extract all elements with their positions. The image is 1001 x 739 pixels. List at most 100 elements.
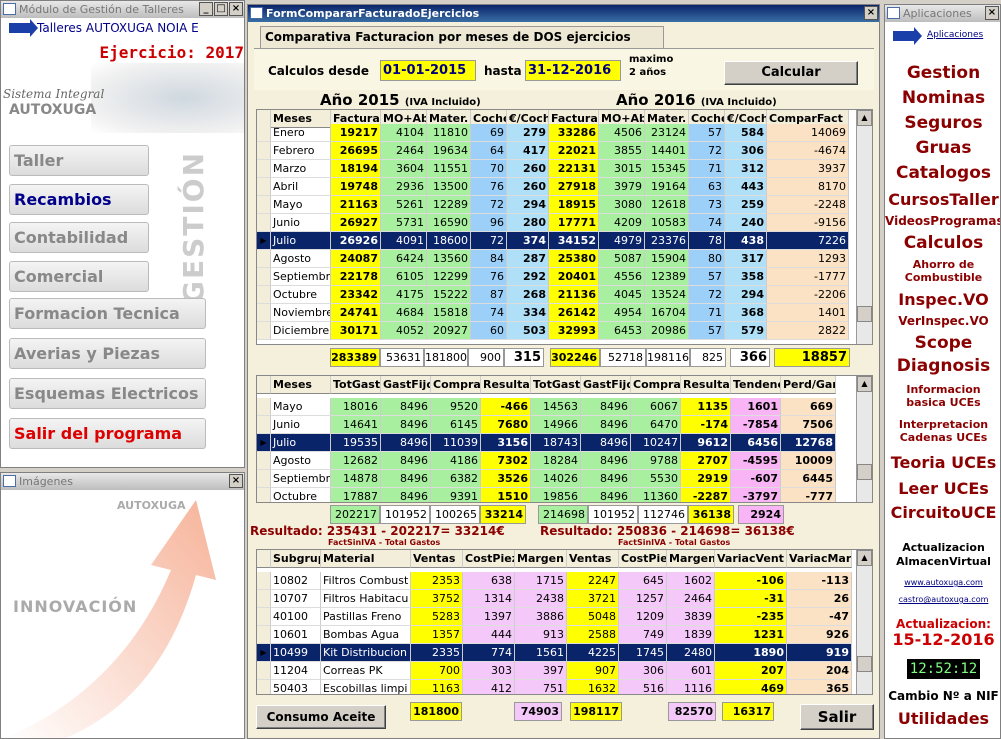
menu-button-2[interactable]: Contabilidad: [9, 222, 149, 253]
scroll-up-icon[interactable]: ▲: [857, 110, 872, 126]
column-header[interactable]: CostPiez: [619, 550, 667, 568]
app-menu-item-9[interactable]: Combustible: [885, 271, 1000, 284]
row-indicator[interactable]: [257, 142, 271, 160]
vertical-scrollbar[interactable]: ▲▼: [856, 550, 872, 694]
row-indicator[interactable]: [257, 590, 271, 608]
row-indicator[interactable]: [257, 304, 271, 322]
menu-button-4[interactable]: Formacion Tecnica: [9, 298, 206, 329]
main-module-titlebar[interactable]: Módulo de Gestión de Talleres _ □ ×: [1, 1, 244, 18]
row-indicator[interactable]: [257, 160, 271, 178]
column-header[interactable]: GastFijo: [581, 376, 631, 394]
maximize-icon[interactable]: □: [214, 2, 228, 16]
app-menu-item-12[interactable]: Scope: [885, 333, 1000, 353]
close-icon[interactable]: ×: [985, 6, 999, 20]
close-icon[interactable]: ×: [229, 2, 243, 16]
row-indicator[interactable]: [257, 662, 271, 680]
column-header[interactable]: Compra: [431, 376, 481, 394]
column-header[interactable]: Subgrup: [271, 550, 321, 568]
row-indicator[interactable]: [257, 416, 271, 434]
scroll-up-icon[interactable]: ▲: [857, 550, 872, 566]
app-menu-item-11[interactable]: VerInspec.VO: [885, 314, 1000, 328]
row-indicator[interactable]: [257, 178, 271, 196]
column-header[interactable]: Perd/Gan: [781, 376, 836, 394]
row-indicator[interactable]: [257, 398, 271, 416]
website-link[interactable]: www.autoxuga.com: [885, 578, 1000, 587]
app-menu-item-13[interactable]: Diagnosis: [885, 356, 1000, 376]
menu-button-1[interactable]: Recambios: [9, 184, 149, 215]
app-menu-item-6[interactable]: VideosProgramas: [885, 214, 1000, 228]
row-indicator[interactable]: [257, 608, 271, 626]
app-menu-item-4[interactable]: Catalogos: [885, 163, 1000, 183]
column-header[interactable]: Material: [321, 550, 411, 568]
app-menu-item-5[interactable]: CursosTaller: [885, 190, 1000, 209]
hasta-date-field[interactable]: 31-12-2016: [525, 60, 621, 81]
close-icon[interactable]: ×: [229, 474, 243, 488]
row-indicator[interactable]: [257, 322, 271, 340]
column-header[interactable]: Tendenc: [731, 376, 781, 394]
app-menu-item-7[interactable]: Calculos: [885, 233, 1000, 253]
scroll-thumb[interactable]: [857, 656, 872, 672]
desde-date-field[interactable]: 01-01-2015: [380, 60, 476, 81]
app-menu-item-14[interactable]: Informacion: [885, 383, 1000, 396]
scroll-up-icon[interactable]: ▲: [857, 376, 872, 392]
column-header[interactable]: VariacVent: [715, 550, 787, 568]
column-header[interactable]: Margen: [667, 550, 715, 568]
row-indicator[interactable]: ▶: [257, 434, 271, 452]
consumo-aceite-button[interactable]: Consumo Aceite: [256, 705, 386, 729]
app-menu-item-1[interactable]: Nominas: [885, 88, 1000, 108]
column-header[interactable]: Compra: [631, 376, 681, 394]
vertical-scrollbar[interactable]: ▲▼: [856, 110, 872, 344]
monthly-revenue-grid[interactable]: MesesFacturadMO+AbMater.Coche€/CochFactu…: [256, 109, 873, 345]
row-indicator[interactable]: [257, 250, 271, 268]
close-icon[interactable]: ×: [864, 6, 878, 20]
app-menu-item-20[interactable]: CircuitoUCE: [885, 503, 1000, 522]
scroll-thumb[interactable]: [857, 464, 872, 480]
calcular-button[interactable]: Calcular: [724, 61, 858, 85]
scroll-thumb[interactable]: [857, 306, 872, 322]
salir-button[interactable]: Salir: [800, 704, 874, 730]
column-header[interactable]: Margen: [515, 550, 567, 568]
row-indicator[interactable]: [257, 680, 271, 694]
app-menu-item-2[interactable]: Seguros: [885, 113, 1000, 133]
images-titlebar[interactable]: Imágenes ×: [1, 473, 244, 490]
row-indicator[interactable]: [257, 124, 271, 142]
menu-button-7[interactable]: Salir del programa: [9, 418, 206, 449]
row-indicator[interactable]: [257, 626, 271, 644]
row-indicator[interactable]: [257, 488, 271, 502]
column-header[interactable]: Resultad: [681, 376, 731, 394]
menu-button-0[interactable]: Taller: [9, 145, 149, 176]
app-menu-item-19[interactable]: Leer UCEs: [885, 479, 1000, 498]
row-indicator[interactable]: [257, 470, 271, 488]
row-indicator[interactable]: [257, 196, 271, 214]
row-indicator[interactable]: [257, 286, 271, 304]
app-menu-item-0[interactable]: Gestion: [885, 63, 1000, 83]
column-header[interactable]: Resultad: [481, 376, 531, 394]
column-header[interactable]: TotGasto: [531, 376, 581, 394]
app-menu-item-17[interactable]: Cadenas UCEs: [885, 431, 1000, 444]
column-header[interactable]: VariacMarg: [787, 550, 852, 568]
app-menu-item-16[interactable]: Interpretacion: [885, 418, 1000, 431]
app-menu-item-8[interactable]: Ahorro de: [885, 258, 1000, 271]
menu-button-3[interactable]: Comercial: [9, 261, 149, 292]
column-header[interactable]: GastFijo: [381, 376, 431, 394]
column-header[interactable]: TotGasto: [331, 376, 381, 394]
applications-titlebar[interactable]: Aplicaciones ×: [885, 5, 1000, 22]
materials-grid[interactable]: Subgrup Material Ventas CostPiez Margen Venta…: [256, 549, 873, 695]
cambio-nif-button[interactable]: Cambio Nº a NIF: [885, 689, 1000, 703]
row-indicator[interactable]: ▶: [257, 644, 271, 662]
column-header[interactable]: Meses: [271, 376, 331, 394]
almacen-virtual-link[interactable]: AlmacenVirtual: [885, 555, 1000, 568]
column-header[interactable]: Ventas: [411, 550, 463, 568]
column-header[interactable]: CostPiez: [463, 550, 515, 568]
app-menu-item-18[interactable]: Teoria UCEs: [885, 453, 1000, 472]
row-indicator[interactable]: [257, 572, 271, 590]
row-indicator[interactable]: [257, 268, 271, 286]
vertical-scrollbar[interactable]: ▲▼: [856, 376, 872, 502]
compare-form-titlebar[interactable]: FormCompararFacturadoEjercicios ×: [248, 5, 879, 22]
row-indicator[interactable]: [257, 452, 271, 470]
column-header[interactable]: Ventas: [567, 550, 619, 568]
row-indicator[interactable]: [257, 214, 271, 232]
row-indicator[interactable]: ▶: [257, 232, 271, 250]
aplicaciones-link[interactable]: Aplicaciones: [927, 30, 983, 40]
app-menu-item-3[interactable]: Gruas: [885, 138, 1000, 158]
